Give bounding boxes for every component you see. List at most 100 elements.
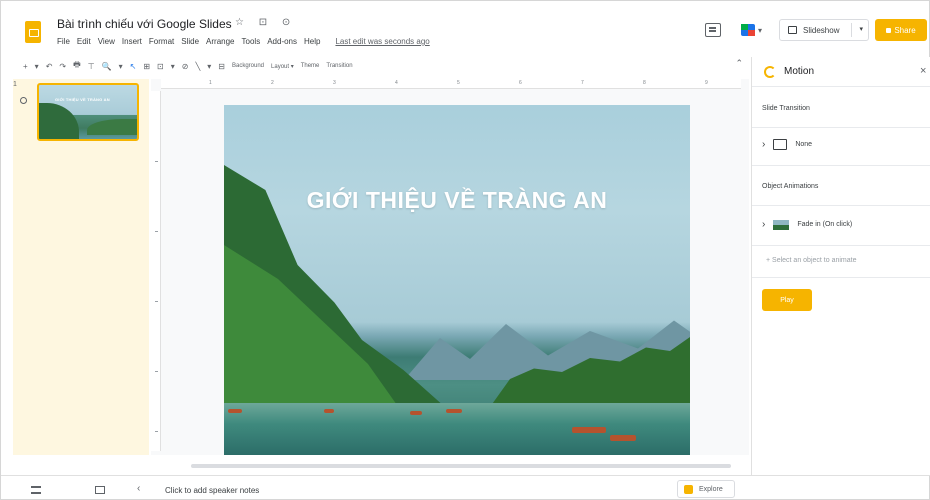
image-thumbnail-icon bbox=[773, 219, 790, 230]
scrollbar-track[interactable] bbox=[191, 464, 731, 468]
present-icon bbox=[788, 26, 797, 34]
slide-title[interactable]: GIỚI THIỆU VỀ TRÀNG AN bbox=[224, 187, 690, 214]
background-button[interactable]: Background bbox=[232, 63, 264, 69]
layout-button[interactable]: Layout ▾ bbox=[271, 63, 294, 70]
redo-icon[interactable]: ↷ bbox=[59, 62, 66, 71]
slide-transition-row[interactable]: › None bbox=[762, 139, 812, 150]
grid-view-icon[interactable] bbox=[31, 486, 41, 494]
paint-format-icon[interactable]: ⊤ bbox=[88, 62, 95, 71]
menu-format[interactable]: Format bbox=[149, 37, 174, 46]
new-slide-icon[interactable]: + bbox=[23, 62, 28, 71]
image-icon[interactable]: ⊡ bbox=[157, 62, 164, 71]
boat bbox=[228, 409, 242, 413]
zoom-icon[interactable]: 🔍 bbox=[102, 62, 112, 71]
boat bbox=[572, 427, 606, 433]
slideshow-button[interactable]: Slideshow ▾ bbox=[779, 19, 869, 41]
explore-label: Explore bbox=[699, 485, 723, 493]
title-icons[interactable]: ☆ ⊡ ⊙ bbox=[235, 17, 296, 28]
print-icon[interactable]: 🖶 bbox=[73, 59, 81, 73]
ruler-mark bbox=[155, 231, 158, 232]
menu-view[interactable]: View bbox=[98, 37, 115, 46]
menu-insert[interactable]: Insert bbox=[122, 37, 142, 46]
last-edit-link[interactable]: Last edit was seconds ago bbox=[335, 37, 429, 46]
document-title[interactable]: Bài trình chiếu với Google Slides bbox=[57, 17, 232, 31]
horizontal-scrollbar[interactable] bbox=[161, 463, 731, 469]
chevron-right-icon: › bbox=[762, 219, 766, 230]
menu-slide[interactable]: Slide bbox=[181, 37, 199, 46]
zoom-dropdown[interactable]: ▾ bbox=[119, 62, 123, 71]
menu-arrange[interactable]: Arrange bbox=[206, 37, 234, 46]
ruler-tick: 9 bbox=[705, 80, 708, 86]
explore-icon bbox=[684, 484, 693, 494]
undo-icon[interactable]: ↶ bbox=[46, 62, 53, 71]
select-tool-icon[interactable]: ↖ bbox=[130, 62, 137, 71]
transition-button[interactable]: Transition bbox=[326, 63, 352, 69]
menu-addons[interactable]: Add-ons bbox=[267, 37, 297, 46]
slide-number: 1 bbox=[13, 81, 17, 88]
top-bar: Bài trình chiếu với Google Slides ☆ ⊡ ⊙ … bbox=[1, 1, 930, 55]
slideshow-dropdown[interactable]: ▾ bbox=[859, 25, 863, 33]
comment-icon[interactable] bbox=[705, 23, 721, 37]
ruler-mark bbox=[155, 371, 158, 372]
ruler-tick: 3 bbox=[333, 80, 336, 86]
current-slide[interactable]: GIỚI THIỆU VỀ TRÀNG AN bbox=[224, 105, 690, 455]
divider bbox=[752, 165, 930, 166]
share-button[interactable]: Share bbox=[875, 19, 927, 41]
slide-transition-heading: Slide Transition bbox=[762, 105, 810, 112]
collapse-filmstrip-icon[interactable]: ‹ bbox=[137, 483, 140, 494]
shape-icon[interactable]: ⊘ bbox=[182, 62, 189, 71]
object-animations-heading: Object Animations bbox=[762, 183, 819, 190]
bottom-bar: ‹ Click to add speaker notes Explore bbox=[1, 475, 930, 500]
divider bbox=[752, 245, 930, 246]
slideshow-label: Slideshow bbox=[803, 25, 840, 35]
motion-indicator-icon bbox=[20, 97, 27, 104]
collapse-toolbar-icon[interactable]: ⌃ bbox=[735, 58, 743, 69]
menu-help[interactable]: Help bbox=[304, 37, 320, 46]
meet-icon bbox=[741, 24, 755, 36]
thumbnail-title: GIỚI THIỆU VỀ TRÀNG AN bbox=[55, 97, 110, 102]
text-box-icon[interactable]: ⊞ bbox=[143, 62, 150, 71]
chevron-right-icon: › bbox=[762, 139, 766, 150]
image-dropdown[interactable]: ▾ bbox=[171, 62, 175, 71]
slides-app: Bài trình chiếu với Google Slides ☆ ⊡ ⊙ … bbox=[0, 0, 930, 500]
slide-thumbnail[interactable]: GIỚI THIỆU VỀ TRÀNG AN bbox=[37, 83, 139, 141]
vertical-ruler[interactable] bbox=[151, 91, 161, 451]
ruler-tick: 2 bbox=[271, 80, 274, 86]
divider bbox=[851, 23, 852, 37]
ruler-tick: 4 bbox=[395, 80, 398, 86]
divider bbox=[752, 277, 930, 278]
left-forest bbox=[224, 245, 404, 415]
close-icon[interactable]: × bbox=[920, 65, 926, 77]
boat bbox=[324, 409, 334, 413]
line-dropdown[interactable]: ▾ bbox=[207, 62, 211, 71]
filmstrip-view-icon[interactable] bbox=[95, 486, 105, 494]
explore-button[interactable]: Explore bbox=[677, 480, 735, 498]
horizontal-ruler[interactable]: 1 2 3 4 5 6 7 8 9 bbox=[161, 79, 741, 89]
motion-icon bbox=[764, 66, 776, 78]
ruler-tick: 8 bbox=[643, 80, 646, 86]
boat bbox=[610, 435, 636, 441]
menu-file[interactable]: File bbox=[57, 37, 70, 46]
transition-value: None bbox=[795, 141, 813, 148]
thumb-hill bbox=[39, 103, 79, 139]
ruler-mark bbox=[155, 431, 158, 432]
ruler-tick: 5 bbox=[457, 80, 460, 86]
line-icon[interactable]: ╲ bbox=[195, 62, 200, 71]
motion-panel: Motion × Slide Transition › None Object … bbox=[751, 57, 930, 475]
more-options-icon[interactable]: ⋮ bbox=[926, 217, 930, 228]
select-object-hint[interactable]: + Select an object to animate bbox=[766, 257, 856, 264]
ruler-mark bbox=[155, 161, 158, 162]
menu-edit[interactable]: Edit bbox=[77, 37, 91, 46]
meet-button[interactable]: ▾ bbox=[741, 21, 767, 39]
menu-tools[interactable]: Tools bbox=[242, 37, 261, 46]
motion-panel-title: Motion bbox=[784, 66, 815, 77]
animation-row[interactable]: › Fade in (On click) ⋮ bbox=[762, 217, 930, 230]
play-button[interactable]: Play bbox=[762, 289, 812, 311]
comment-add-icon[interactable]: ⊟ bbox=[218, 62, 225, 71]
theme-button[interactable]: Theme bbox=[301, 63, 320, 69]
speaker-notes-input[interactable]: Click to add speaker notes bbox=[165, 486, 259, 495]
ruler-mark bbox=[155, 301, 158, 302]
slides-logo-icon[interactable] bbox=[25, 21, 41, 43]
new-slide-dropdown[interactable]: ▾ bbox=[35, 62, 39, 71]
ruler-tick: 7 bbox=[581, 80, 584, 86]
